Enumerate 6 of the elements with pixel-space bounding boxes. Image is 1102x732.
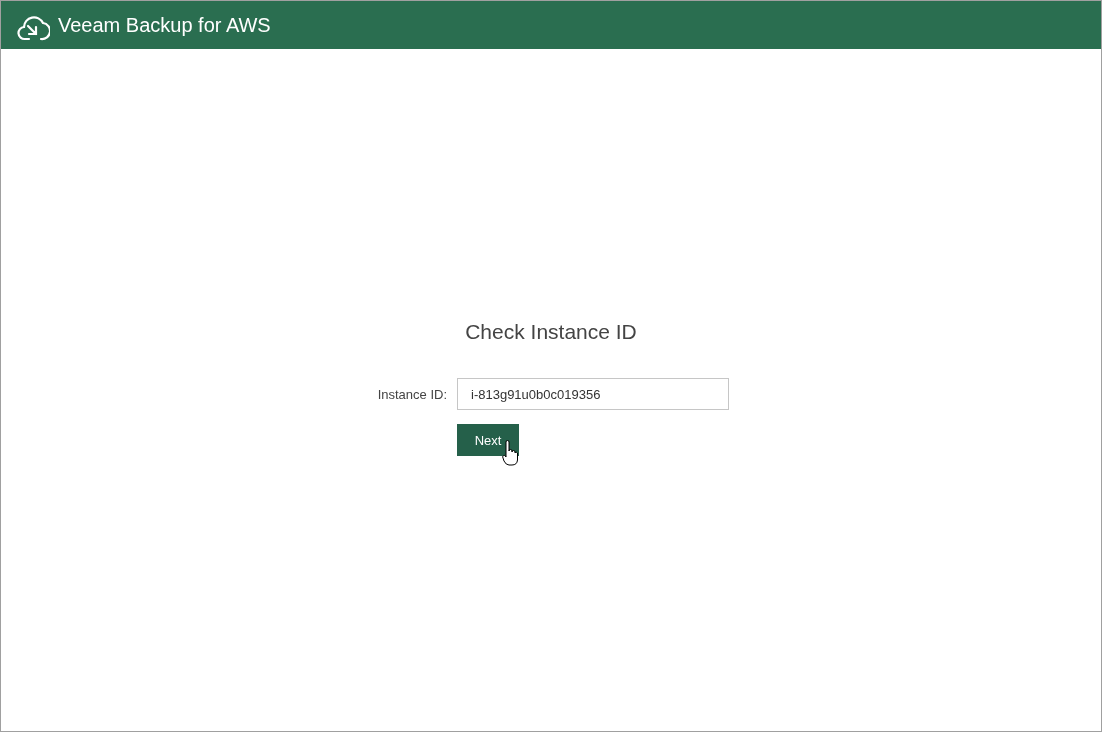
field-label: Instance ID: [376,386,447,402]
form-title: Check Instance ID [464,320,638,344]
hand-pointer-icon [502,440,518,467]
instance-id-field[interactable]: i-813g91u0b0c019356 [457,378,729,410]
next-button[interactable]: Next [457,424,519,456]
app-title: Veeam Backup for AWS [58,13,271,37]
